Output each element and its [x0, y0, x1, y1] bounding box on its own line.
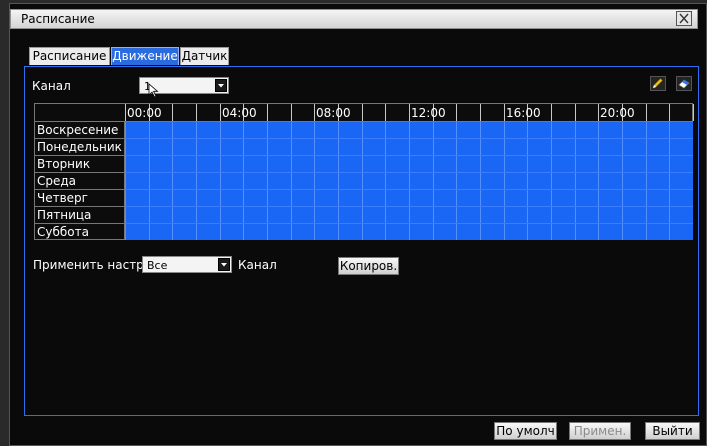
title-bar: Расписание — [10, 9, 698, 29]
hour-tick — [291, 104, 292, 121]
copy-button[interactable]: Копиров. — [338, 257, 399, 275]
apply-channel-label: Канал — [238, 258, 277, 272]
hour-tick — [669, 104, 670, 121]
exit-button[interactable]: Выйти — [645, 422, 700, 440]
day-row-label: Понедельник — [35, 138, 125, 155]
schedule-area[interactable] — [125, 121, 693, 240]
hour-label: 04:00 — [222, 106, 257, 120]
hour-tick — [267, 104, 268, 121]
apply-settings-label: Применить настр — [33, 258, 144, 272]
day-row-label: Среда — [35, 172, 125, 189]
window-title: Расписание — [21, 12, 95, 26]
channel-label: Канал — [32, 79, 71, 93]
day-gridline — [125, 223, 693, 224]
default-button[interactable]: По умолч — [494, 422, 557, 440]
hour-tick — [456, 104, 457, 121]
eraser-icon[interactable] — [676, 76, 692, 91]
day-row-label: Воскресение — [35, 121, 125, 138]
hour-tick — [220, 104, 221, 121]
apply-button[interactable]: Примен. — [569, 422, 631, 440]
day-gridline — [125, 121, 693, 122]
hour-label: 12:00 — [411, 106, 446, 120]
hour-label: 00:00 — [127, 106, 162, 120]
day-row-label: Вторник — [35, 155, 125, 172]
chevron-down-icon — [218, 258, 230, 271]
day-row-label: Пятница — [35, 206, 125, 223]
day-row-label: Четверг — [35, 189, 125, 206]
pencil-icon[interactable] — [650, 76, 666, 91]
hour-tick — [362, 104, 363, 121]
hour-tick — [125, 104, 126, 121]
hour-label: 16:00 — [506, 106, 541, 120]
hour-tick — [598, 104, 599, 121]
hour-tick — [551, 104, 552, 121]
hour-tick — [480, 104, 481, 121]
tab-schedule[interactable]: Расписание — [29, 47, 110, 65]
hour-tick — [172, 104, 173, 121]
tab-sensor[interactable]: Датчик — [180, 47, 229, 65]
hour-tick — [693, 104, 694, 121]
day-gridline — [125, 172, 693, 173]
mouse-cursor-icon — [148, 83, 159, 98]
apply-to-select[interactable]: Все — [142, 256, 232, 273]
hour-tick — [385, 104, 386, 121]
schedule-grid: 00:00 04:00 08:00 12:00 16:00 20:00 Воскресени… — [34, 103, 694, 240]
hour-label: 20:00 — [600, 106, 635, 120]
day-gridline — [125, 189, 693, 190]
day-gridline — [125, 155, 693, 156]
hour-tick — [504, 104, 505, 121]
day-gridline — [125, 138, 693, 139]
tab-motion[interactable]: Движение — [111, 47, 179, 65]
apply-to-value: Все — [147, 259, 168, 272]
hour-label: 08:00 — [316, 106, 351, 120]
close-icon[interactable] — [676, 11, 692, 26]
hour-tick — [575, 104, 576, 121]
hour-tick — [409, 104, 410, 121]
day-gridline — [125, 206, 693, 207]
chevron-down-icon — [215, 79, 227, 92]
hour-tick — [196, 104, 197, 121]
hour-tick — [646, 104, 647, 121]
day-row-label: Суббота — [35, 223, 125, 240]
hour-tick — [314, 104, 315, 121]
